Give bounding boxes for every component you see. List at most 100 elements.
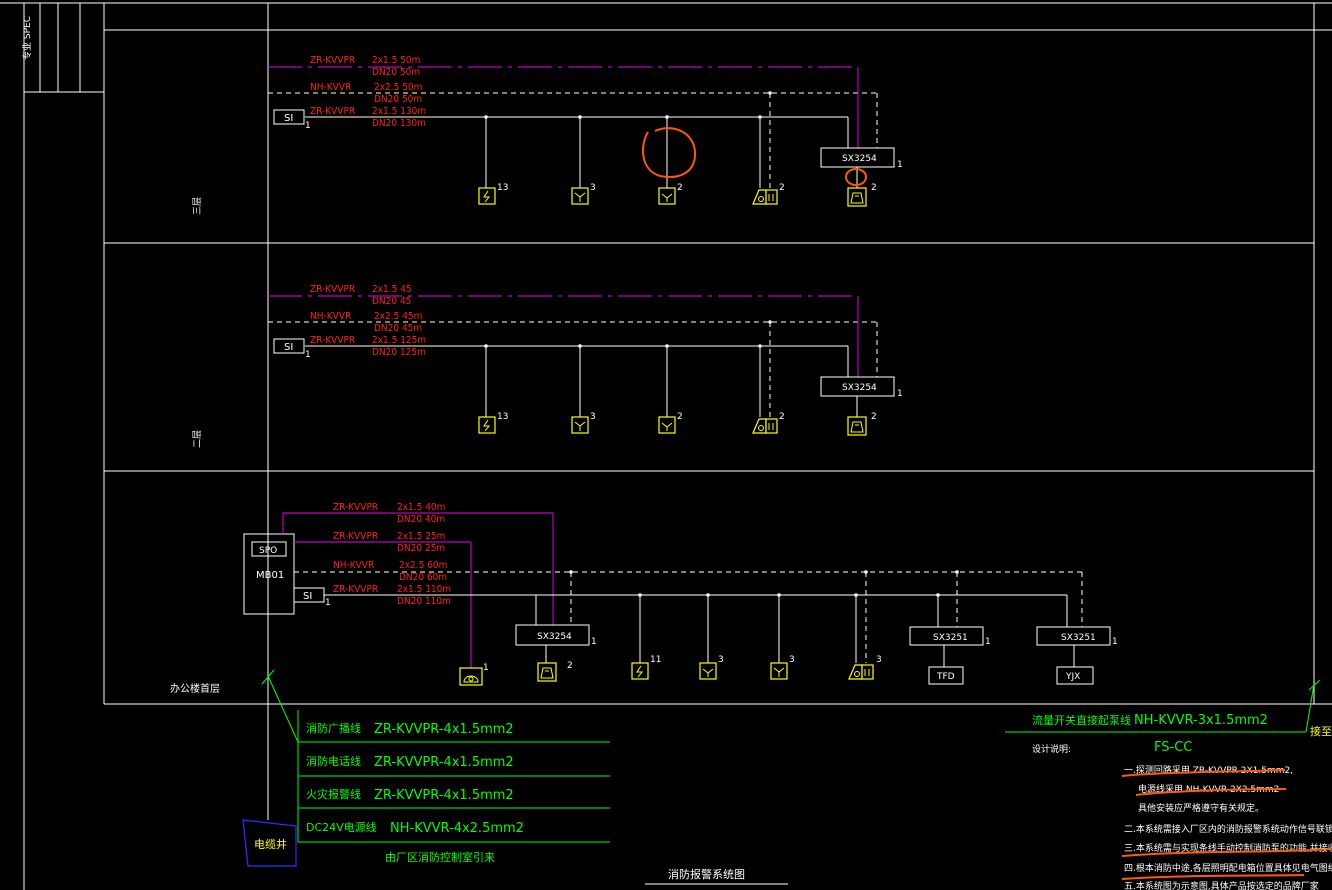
svg-text:ZR-KVVPR-4x1.5mm2: ZR-KVVPR-4x1.5mm2: [374, 788, 514, 803]
third-floor-section: 三层 SI 1 SX3254 1 ZR-KVVPR 2x1.5 50m DN20…: [192, 55, 903, 215]
smoke-detector-icon: [478, 187, 496, 205]
svg-text:2x1.5 50m: 2x1.5 50m: [372, 55, 420, 66]
heat-detector-icon: [571, 187, 589, 205]
floor-label-third: 三层: [192, 197, 203, 215]
svg-text:FS-CC: FS-CC: [1154, 740, 1192, 755]
svg-text:YJX: YJX: [1065, 672, 1080, 682]
svg-text:DN20 50m: DN20 50m: [374, 94, 422, 105]
svg-text:五.本系统图为示意图,具体产品按选定的品牌厂家: 五.本系统图为示意图,具体产品按选定的品牌厂家: [1124, 880, 1319, 890]
svg-text:SX3251: SX3251: [933, 633, 968, 643]
svg-text:1: 1: [1112, 637, 1118, 647]
svg-text:流量开关直接起泵线: 流量开关直接起泵线: [1032, 713, 1131, 727]
svg-text:ZR-KVVPR: ZR-KVVPR: [333, 531, 378, 542]
svg-text:1: 1: [483, 663, 489, 673]
svg-text:2: 2: [677, 183, 683, 193]
heat-detector-icon: [770, 662, 788, 680]
svg-text:2x1.5 40m: 2x1.5 40m: [397, 502, 445, 513]
svg-text:ZR-KVVPR: ZR-KVVPR: [310, 335, 355, 346]
svg-text:2x1.5 25m: 2x1.5 25m: [397, 531, 445, 542]
smoke-detector-icon: [478, 416, 496, 434]
flow-switch-line: 流量开关直接起泵线 NH-KVVR-3x1.5mm2 接至消: [1005, 679, 1332, 738]
svg-text:SX3254: SX3254: [842, 383, 877, 393]
svg-text:2: 2: [567, 661, 573, 671]
svg-text:2x1.5 45: 2x1.5 45: [372, 284, 412, 295]
svg-text:1: 1: [591, 637, 597, 647]
svg-text:ZR-KVVPR: ZR-KVVPR: [333, 584, 378, 595]
smoke-detector-icon: [631, 662, 649, 680]
svg-text:消防广播线: 消防广播线: [306, 721, 361, 735]
floor-label-second: 二层: [192, 430, 203, 448]
markup-circle-small: [845, 168, 867, 186]
floor-label-first: 办公楼首层: [170, 682, 220, 695]
svg-text:2x1.5 110m: 2x1.5 110m: [397, 584, 451, 595]
first-floor-section: 办公楼首层 SPO MB01 SI 1 SX3254 1 SX3251 1 SX…: [170, 502, 1118, 695]
manual-alarm-icon: [658, 187, 676, 205]
manual-alarm-icon: [699, 662, 717, 680]
svg-text:1: 1: [897, 160, 903, 170]
markup-circle-large: [642, 127, 697, 178]
svg-text:SX3254: SX3254: [537, 632, 572, 642]
svg-text:3: 3: [590, 412, 596, 422]
svg-text:SX3254: SX3254: [842, 154, 877, 164]
svg-text:ZR-KVVPR: ZR-KVVPR: [310, 106, 355, 117]
speaker-icon: [847, 416, 867, 436]
second-floor-section: 二层 SI 1 SX3254 1 ZR-KVVPR 2x1.5 45 DN20 …: [192, 284, 903, 448]
speaker-icon: [537, 662, 557, 682]
svg-text:DN20 40m: DN20 40m: [397, 514, 445, 525]
svg-text:消防电话线: 消防电话线: [306, 754, 361, 768]
svg-text:3: 3: [876, 655, 882, 665]
svg-text:DN20 50m: DN20 50m: [372, 67, 420, 78]
svg-text:SI: SI: [303, 591, 312, 602]
sounder-strobe-icon: [752, 189, 778, 205]
svg-text:NH-KVVR: NH-KVVR: [310, 311, 351, 322]
svg-text:1: 1: [985, 637, 991, 647]
svg-text:电缆井: 电缆井: [254, 837, 287, 851]
design-notes: 设计说明: FS-CC 一.探测回路采用 ZR-KVVPR 2X1.5mm2, …: [1032, 740, 1332, 890]
svg-text:13: 13: [497, 412, 508, 422]
svg-text:DN20 60m: DN20 60m: [399, 572, 447, 583]
svg-text:DN20 130m: DN20 130m: [372, 118, 426, 129]
svg-text:1: 1: [305, 121, 311, 131]
svg-text:2x1.5 125m: 2x1.5 125m: [372, 335, 426, 346]
svg-text:11: 11: [650, 655, 661, 665]
svg-text:1: 1: [325, 598, 331, 608]
svg-text:2x2.5 60m: 2x2.5 60m: [399, 560, 447, 571]
svg-text:接至消: 接至消: [1310, 724, 1332, 738]
svg-text:DN20 45m: DN20 45m: [374, 323, 422, 334]
svg-text:NH-KVVR-4x2.5mm2: NH-KVVR-4x2.5mm2: [390, 821, 524, 836]
svg-text:设计说明:: 设计说明:: [1032, 743, 1071, 755]
svg-text:2: 2: [779, 183, 785, 193]
svg-text:NH-KVVR: NH-KVVR: [333, 560, 374, 571]
svg-text:DN20 25m: DN20 25m: [397, 543, 445, 554]
svg-text:四.根本消防中途,各层照明配电箱位置具体见电气图纸。: 四.根本消防中途,各层照明配电箱位置具体见电气图纸。: [1124, 862, 1332, 874]
svg-text:ZR-KVVPR: ZR-KVVPR: [310, 55, 355, 66]
svg-text:2x2.5 50m: 2x2.5 50m: [374, 82, 422, 93]
svg-text:2: 2: [871, 183, 877, 193]
svg-text:1: 1: [305, 350, 311, 360]
diagram-title: 消防报警系统图: [668, 867, 745, 881]
telephone-icon: [459, 667, 483, 686]
svg-text:DN20 45: DN20 45: [372, 296, 411, 307]
svg-text:ZR-KVVPR-4x1.5mm2: ZR-KVVPR-4x1.5mm2: [374, 722, 514, 737]
svg-text:ZR-KVVPR-4x1.5mm2: ZR-KVVPR-4x1.5mm2: [374, 755, 514, 770]
svg-text:2: 2: [677, 412, 683, 422]
svg-text:DC24V电源线: DC24V电源线: [306, 820, 377, 834]
fire-alarm-system-diagram: 专业 SPEC 三层 SI 1 SX3254 1 ZR-KVVPR 2x1.5 …: [0, 2, 1332, 890]
cable-legend: 消防广播线 ZR-KVVPR-4x1.5mm2 消防电话线 ZR-KVVPR-4…: [242, 669, 610, 867]
svg-text:TFD: TFD: [936, 672, 955, 682]
svg-text:MB01: MB01: [256, 570, 284, 581]
svg-text:ZR-KVVPR: ZR-KVVPR: [333, 502, 378, 513]
svg-text:3: 3: [590, 183, 596, 193]
svg-text:NH-KVVR: NH-KVVR: [310, 82, 351, 93]
svg-text:ZR-KVVPR: ZR-KVVPR: [310, 284, 355, 295]
manual-alarm-icon: [658, 416, 676, 434]
svg-text:3: 3: [789, 655, 795, 665]
heat-detector-icon: [571, 416, 589, 434]
title-block-spec: 专业 SPEC: [21, 16, 33, 60]
svg-text:3: 3: [718, 655, 724, 665]
sounder-strobe-icon: [848, 664, 874, 680]
svg-text:二.本系统需接入厂区内的消防报警系统动作信号联锁启动消防泵。: 二.本系统需接入厂区内的消防报警系统动作信号联锁启动消防泵。: [1124, 823, 1332, 835]
svg-text:2x2.5 45m: 2x2.5 45m: [374, 311, 422, 322]
speaker-icon: [847, 187, 867, 207]
svg-text:具他安装应严格遵守有关规定。: 具他安装应严格遵守有关规定。: [1138, 802, 1264, 814]
